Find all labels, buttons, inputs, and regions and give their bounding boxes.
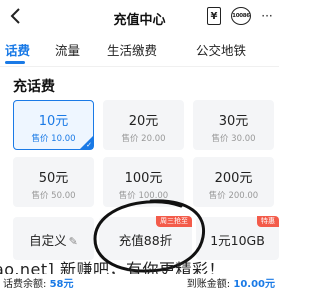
- recharge-option-20[interactable]: 20元 售价 20.00: [103, 100, 184, 150]
- header-bar: 充值中心 ¥ 10086 ···: [0, 0, 279, 34]
- pencil-icon: ✎: [68, 235, 78, 248]
- arrival-info: 到账金额: 10.00元: [187, 275, 275, 290]
- footer-bar: 话费余额: 58元 到账金额: 10.00元: [0, 274, 279, 290]
- amount-label: 10元: [38, 114, 69, 129]
- divider: [0, 66, 279, 67]
- active-tab-indicator: [5, 61, 25, 64]
- custom-amount-row: 自定义 ✎: [13, 230, 94, 249]
- customer-service-icon[interactable]: 10086: [231, 7, 251, 25]
- amount-label: 30元: [218, 114, 249, 129]
- balance-value: 58元: [49, 279, 74, 290]
- price-label: 售价 100.00: [118, 191, 169, 201]
- recharge-option-10[interactable]: 10元 售价 10.00 ✓: [13, 100, 94, 150]
- recharge-option-30[interactable]: 30元 售价 30.00: [193, 100, 274, 150]
- section-title: 充话费: [13, 79, 55, 95]
- price-label: 售价 200.00: [208, 191, 259, 201]
- recharge-option-200[interactable]: 200元 售价 200.00: [193, 157, 274, 207]
- recharge-option-50[interactable]: 50元 售价 50.00: [13, 157, 94, 207]
- custom-amount-option[interactable]: 自定义 ✎: [13, 217, 94, 260]
- more-icon[interactable]: ···: [259, 7, 275, 25]
- arrival-label: 到账金额:: [186, 279, 231, 290]
- recharge-option-100[interactable]: 100元 售价 100.00: [103, 157, 184, 207]
- balance-label: 话费余额:: [3, 279, 47, 290]
- amount-label: 100元: [124, 171, 163, 186]
- tab-data[interactable]: 流量: [55, 40, 80, 59]
- price-label: 售价 30.00: [211, 134, 256, 144]
- tab-phone-bill[interactable]: 话费: [5, 40, 30, 59]
- price-label: 售价 20.00: [121, 134, 166, 144]
- promo-badge: 周三抢至: [156, 216, 192, 227]
- amount-label: 50元: [38, 171, 69, 186]
- amount-label: 200元: [214, 171, 253, 186]
- amount-label: 20元: [128, 114, 159, 129]
- data-pack-option[interactable]: 特惠 1元10GB: [196, 216, 279, 260]
- yen-icon[interactable]: ¥: [207, 7, 221, 25]
- special-badge: 特惠: [257, 216, 279, 227]
- discount-label: 充值88折: [118, 233, 173, 248]
- tab-transit[interactable]: 公交地铁: [196, 40, 246, 59]
- price-label: 售价 50.00: [31, 191, 76, 201]
- category-tabs: 话费 流量 生活缴费 公交地铁: [0, 36, 279, 64]
- balance-info: 话费余额: 58元: [3, 275, 73, 290]
- discount-recharge-option[interactable]: 周三抢至 充值88折: [99, 216, 192, 260]
- custom-amount-label: 自定义: [29, 233, 67, 248]
- tab-utilities[interactable]: 生活缴费: [107, 40, 157, 59]
- arrival-value: 10.00元: [233, 279, 275, 290]
- data-pack-label: 1元10GB: [210, 233, 265, 248]
- check-icon: ✓: [86, 141, 92, 149]
